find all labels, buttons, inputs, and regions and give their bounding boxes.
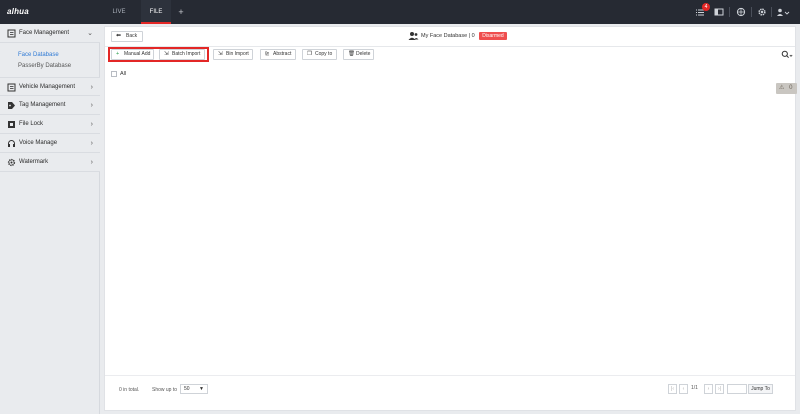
globe-icon[interactable] [736,7,746,17]
user-icon[interactable] [776,7,790,17]
gear-icon [7,158,16,167]
footer-divider [105,375,795,376]
chevron-down-icon: ⌄ [87,30,93,37]
status-badge[interactable]: Disarmed [479,32,507,40]
warning-toggle[interactable]: ⚠ 0 [776,83,797,94]
sidebar-item-label: Tag Management [19,102,66,108]
page-info: 1/1 [691,385,698,391]
button-label: Copy to [315,51,333,57]
copy-to-button[interactable]: ❐ Copy to [302,49,337,60]
sidebar-subitem-face-database[interactable]: Face Database [18,52,59,58]
import-icon: ⇲ [218,51,223,57]
sidebar-item-tag-management[interactable]: Tag Management › [0,96,100,115]
alarm-count-badge: 4 [702,3,710,11]
abstract-icon: ⊵ [265,51,270,57]
page-size-select[interactable]: 50 ▼ [180,384,208,394]
toolbar-separator [771,7,772,17]
sidebar-item-label: Vehicle Management [19,84,76,90]
chevron-right-icon: › [90,102,93,109]
sidebar-item-vehicle-management[interactable]: Vehicle Management › [0,77,100,96]
delete-button[interactable]: 🗑 Delete [343,49,374,60]
back-button[interactable]: ⬅ Back [111,31,143,42]
caret-down-icon: ▼ [199,386,204,392]
show-up-to-label: Show up to [152,387,178,393]
toolbar-separator [729,7,730,17]
sidebar-subitem-passerby-database[interactable]: PasserBy Database [18,63,71,69]
jump-page-input[interactable] [727,384,747,394]
top-bar: alhua LIVE FILE + 4 [0,0,800,24]
sidebar-item-label: File Lock [19,121,44,127]
sidebar-item-label: Watermark [19,159,49,165]
tag-icon [7,101,16,110]
chevron-right-icon: › [90,140,93,147]
search-icon[interactable] [781,50,793,61]
warning-icon: ⚠ [779,85,785,91]
highlight-box [108,47,209,62]
headset-icon [7,139,16,148]
chevron-right-icon: › [90,121,93,128]
page-size-value: 50 [184,386,190,392]
abstract-button[interactable]: ⊵ Abstract [260,49,296,60]
select-all-label: All [120,71,127,77]
first-page-button[interactable]: |‹ [668,384,677,394]
warning-count: 0 [789,85,793,91]
next-page-button[interactable]: › [704,384,713,394]
gear-icon[interactable] [757,7,767,17]
vehicle-icon [7,83,16,92]
bin-import-button[interactable]: ⇲ Bin Import [213,49,253,60]
button-label: Delete [356,51,371,57]
database-name: My Face Database | 0 [421,33,475,39]
sidebar-item-watermark[interactable]: Watermark › [0,153,100,172]
total-count: 0 in total. [119,387,140,393]
button-label: Bin Import [226,51,249,57]
sidebar-item-label: Voice Manage [19,140,58,146]
prev-page-button[interactable]: ‹ [679,384,688,394]
tab-file[interactable]: FILE [141,0,171,24]
chevron-right-icon: › [90,159,93,166]
main-panel: ⬅ Back My Face Database | 0 Disarmed + M… [104,26,797,411]
sidebar-item-face-management[interactable]: Face Management ⌄ [0,24,100,43]
sidebar-item-label: Face Management [19,30,70,36]
sidebar-item-voice-manage[interactable]: Voice Manage › [0,134,100,153]
toolbar-separator [751,7,752,17]
face-database-icon [408,31,419,41]
trash-icon: 🗑 [348,51,355,57]
display-icon[interactable] [714,7,724,17]
sidebar-item-file-lock[interactable]: File Lock › [0,115,100,134]
copy-icon: ❐ [307,51,312,57]
back-arrow-icon: ⬅ [116,33,122,39]
jump-to-button[interactable]: Jump To [748,384,773,394]
button-label: Abstract [273,51,292,57]
tab-live[interactable]: LIVE [106,0,132,24]
face-db-icon [7,29,16,38]
back-label: Back [126,33,138,39]
chevron-right-icon: › [90,84,93,91]
lock-icon [7,120,16,129]
last-page-button[interactable]: ›| [715,384,724,394]
select-all-checkbox[interactable] [111,71,117,77]
add-tab-button[interactable]: + [175,0,187,24]
sidebar: Face Management ⌄ Face Database PasserBy… [0,24,100,414]
brand-logo: alhua [7,7,29,16]
